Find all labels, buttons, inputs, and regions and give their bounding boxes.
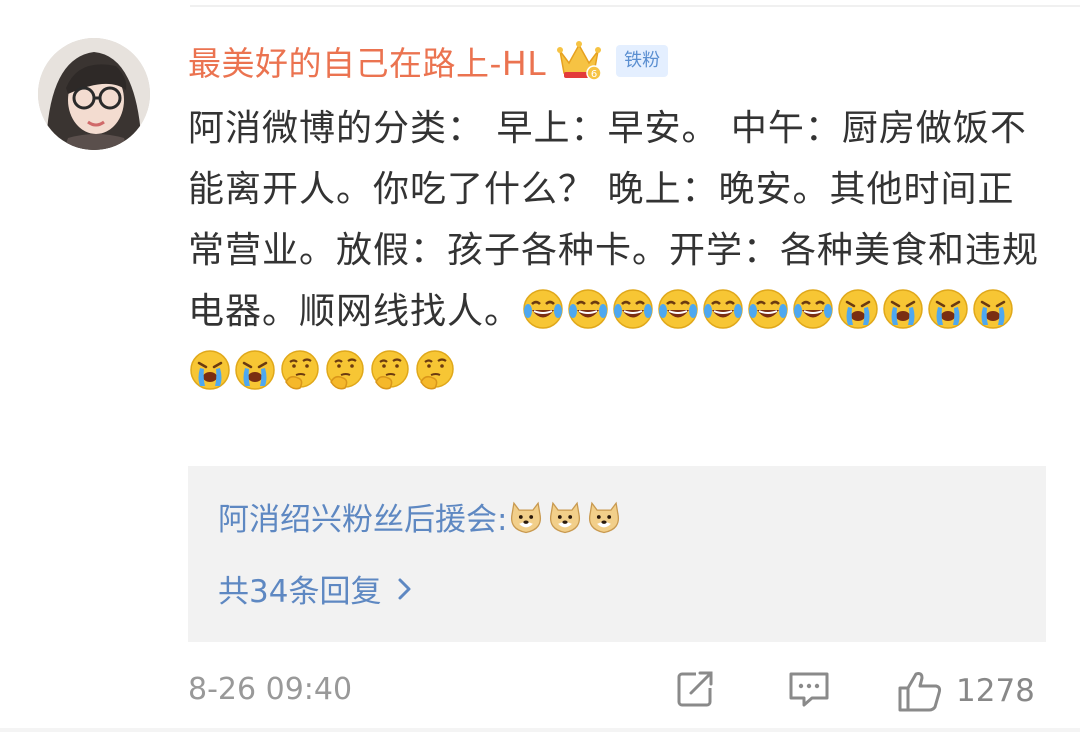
laugh-cry-emoji xyxy=(746,287,790,331)
reply-emoji-row xyxy=(507,501,624,538)
reply-count-label: 共34条回复 xyxy=(218,574,382,610)
reply-count-link[interactable]: 共34条回复 xyxy=(218,566,413,611)
reply-author[interactable]: 阿消绍兴粉丝后援会: xyxy=(218,502,507,538)
comment-header: 最美好的自己在路上-HL 6 铁粉 xyxy=(188,36,669,86)
sob-emoji xyxy=(188,348,232,392)
fan-badge[interactable]: 铁粉 xyxy=(616,45,669,77)
avatar[interactable] xyxy=(38,38,150,150)
bottom-divider xyxy=(0,728,1080,732)
username[interactable]: 最美好的自己在路上-HL xyxy=(188,37,546,85)
laugh-cry-emoji xyxy=(566,287,610,331)
doge-emoji xyxy=(507,498,545,536)
doge-emoji xyxy=(585,498,623,536)
like-count: 1278 xyxy=(956,673,1035,709)
top-divider xyxy=(190,5,1080,7)
thumbs-up-icon xyxy=(898,672,942,712)
share-button[interactable] xyxy=(674,668,716,710)
avatar-image xyxy=(38,38,150,150)
think-emoji xyxy=(323,348,367,392)
chevron-right-icon xyxy=(398,578,411,599)
comment-button[interactable] xyxy=(786,668,832,710)
like-button[interactable]: 1278 xyxy=(896,668,1035,714)
timestamp: 8-26 09:40 xyxy=(188,672,353,707)
comment-icon xyxy=(789,672,829,707)
think-emoji xyxy=(278,348,322,392)
share-icon xyxy=(677,671,713,707)
sob-emoji xyxy=(233,348,277,392)
sob-emoji xyxy=(926,287,970,331)
sob-emoji xyxy=(836,287,880,331)
laugh-cry-emoji xyxy=(521,287,565,331)
laugh-cry-emoji xyxy=(656,287,700,331)
think-emoji xyxy=(413,348,457,392)
laugh-cry-emoji xyxy=(701,287,745,331)
laugh-cry-emoji xyxy=(791,287,835,331)
doge-emoji xyxy=(546,498,584,536)
laugh-cry-emoji xyxy=(611,287,655,331)
sob-emoji xyxy=(971,287,1015,331)
crown-icon: 6 xyxy=(557,41,602,81)
reply-line: 阿消绍兴粉丝后援会: xyxy=(218,494,624,539)
level-badge: 6 xyxy=(591,69,597,80)
comment-body: 阿消微博的分类： 早上：早安。 中午：厨房做饭不能离开人。你吃了什么？ 晚上：晚… xyxy=(188,98,1048,403)
sob-emoji xyxy=(881,287,925,331)
think-emoji xyxy=(368,348,412,392)
reply-preview[interactable]: 阿消绍兴粉丝后援会: 共34条回复 xyxy=(188,466,1046,642)
